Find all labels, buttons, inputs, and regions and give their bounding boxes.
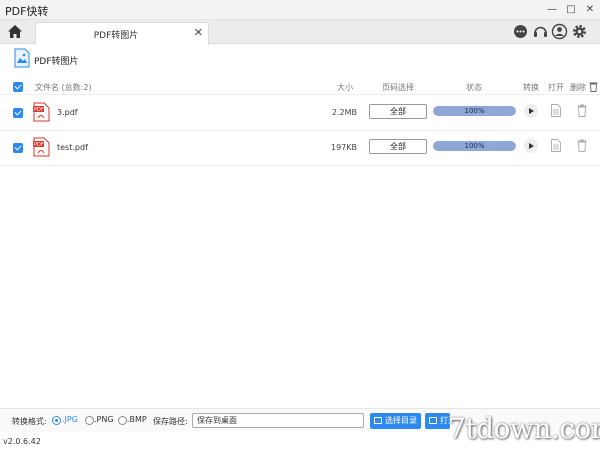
file-name: 3.pdf <box>57 108 78 117</box>
svg-text:PDF: PDF <box>34 142 44 148</box>
format-png-radio[interactable] <box>85 416 94 425</box>
format-bmp-radio[interactable] <box>118 416 127 425</box>
progress-text: 100% <box>464 142 485 150</box>
title-bar: PDF快转 — □ ✕ <box>0 0 600 20</box>
tab-pdf-to-image[interactable]: PDF转图片 ✕ <box>35 22 209 45</box>
row-checkbox[interactable] <box>13 108 23 118</box>
file-size: 2.2MB <box>331 108 357 117</box>
version-label: v2.0.6.42 <box>3 437 41 446</box>
settings-icon[interactable] <box>571 23 588 40</box>
column-delete: 删除 <box>570 83 586 92</box>
format-label: 转换格式: <box>12 417 47 426</box>
column-page-selection: 页码选择 <box>382 83 414 92</box>
delete-all-icon[interactable] <box>589 81 598 94</box>
save-path-input[interactable] <box>192 413 364 428</box>
file-name: test.pdf <box>57 143 88 152</box>
open-file-icon[interactable] <box>551 139 561 152</box>
page-selection-button[interactable]: 全部 <box>369 139 427 154</box>
format-bmp-label[interactable]: .BMP <box>127 415 147 424</box>
select-all-checkbox[interactable] <box>13 82 23 92</box>
minimize-button[interactable]: — <box>542 0 562 20</box>
format-jpg-radio[interactable] <box>52 416 61 425</box>
chat-icon[interactable] <box>512 23 529 40</box>
open-folder-icon <box>429 417 437 424</box>
watermark-text: 7tdown.com <box>448 412 600 445</box>
table-row[interactable]: PDF 3.pdf 2.2MB 全部 100% <box>0 96 600 131</box>
column-convert: 转换 <box>523 83 539 92</box>
open-file-icon[interactable] <box>551 104 561 117</box>
column-open: 打开 <box>548 83 564 92</box>
choose-directory-button[interactable]: 选择目录 <box>370 413 421 429</box>
pdf-to-image-icon <box>14 48 30 68</box>
format-jpg-label[interactable]: .JPG <box>62 415 78 424</box>
progress-bar: 100% <box>433 106 516 116</box>
tab-bar: PDF转图片 ✕ <box>0 20 600 45</box>
pdf-file-icon: PDF <box>33 102 50 122</box>
progress-bar: 100% <box>433 141 516 151</box>
page-selection-button[interactable]: 全部 <box>369 104 427 119</box>
convert-play-button[interactable] <box>524 139 538 153</box>
close-window-button[interactable]: ✕ <box>580 0 600 20</box>
delete-file-icon[interactable] <box>577 139 587 152</box>
format-png-label[interactable]: .PNG <box>94 415 114 424</box>
table-header: 文件名 (总数:2) 大小 页码选择 状态 转换 打开 删除 <box>0 79 600 95</box>
convert-play-button[interactable] <box>524 104 538 118</box>
pdf-file-icon: PDF <box>33 137 50 157</box>
headset-icon[interactable] <box>532 23 549 40</box>
column-size: 大小 <box>337 83 353 92</box>
choose-directory-label: 选择目录 <box>385 416 417 425</box>
app-title: PDF快转 <box>5 5 49 18</box>
tab-label: PDF转图片 <box>93 31 139 41</box>
save-path-label: 保存路径: <box>153 417 188 426</box>
column-filename: 文件名 (总数:2) <box>35 83 92 92</box>
tab-close-icon[interactable]: ✕ <box>194 26 203 39</box>
user-icon[interactable] <box>551 23 568 40</box>
column-status: 状态 <box>466 83 482 92</box>
open-directory-button[interactable]: 打开 <box>425 413 450 429</box>
table-row[interactable]: PDF test.pdf 197KB 全部 100% <box>0 131 600 166</box>
home-icon[interactable] <box>6 23 24 41</box>
file-size: 197KB <box>330 143 357 152</box>
page-title: PDF转图片 <box>34 57 79 67</box>
svg-text:PDF: PDF <box>34 107 44 113</box>
row-checkbox[interactable] <box>13 143 23 153</box>
folder-icon <box>374 417 382 424</box>
progress-text: 100% <box>464 107 485 115</box>
delete-file-icon[interactable] <box>577 104 587 117</box>
maximize-button[interactable]: □ <box>561 0 581 20</box>
